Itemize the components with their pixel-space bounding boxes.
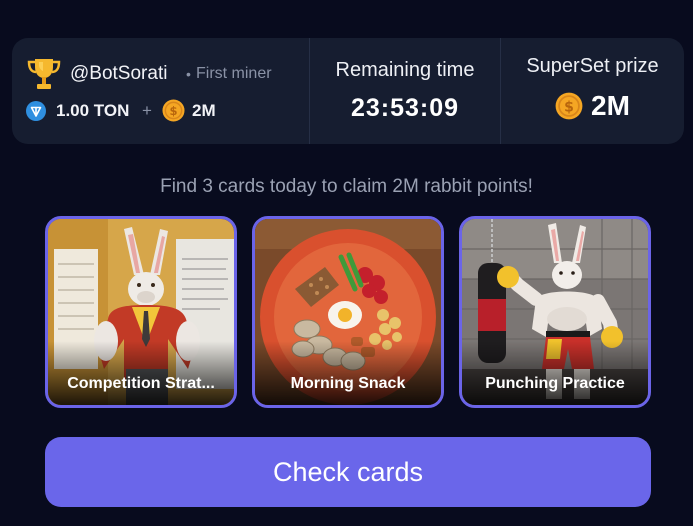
prize-amount: $ 2M: [501, 90, 684, 122]
miner-info: @BotSorati • First miner 1.00 TON + $ 2M: [12, 38, 308, 144]
ton-icon: [26, 101, 46, 121]
svg-text:$: $: [564, 99, 574, 115]
plus-sign: +: [142, 101, 152, 120]
card-punching-practice[interactable]: Punching Practice: [459, 216, 651, 408]
card-morning-snack[interactable]: Morning Snack: [252, 216, 444, 408]
coin-icon: $: [555, 92, 583, 120]
prize-value: 2M: [591, 90, 630, 121]
miner-handle: @BotSorati: [70, 63, 168, 84]
trophy-icon: [27, 59, 61, 89]
countdown-timer: 23:53:09: [350, 94, 460, 122]
superset-prize: SuperSet prize $ 2M: [501, 38, 684, 144]
superset-prize-label: SuperSet prize: [526, 55, 659, 77]
card-title: Punching Practice: [485, 375, 625, 392]
separator-dot: •: [186, 66, 191, 82]
card-competition-strategy[interactable]: Competition Strat...: [45, 216, 237, 408]
coin-amount: 2M: [192, 101, 216, 120]
card-title: Morning Snack: [290, 375, 406, 392]
ton-amount: 1.00 TON: [56, 101, 130, 120]
card-title: Competition Strat...: [67, 375, 215, 392]
remaining-time-label: Remaining time: [335, 59, 475, 81]
stats-panel: @BotSorati • First miner 1.00 TON + $ 2M…: [12, 38, 684, 144]
check-cards-button[interactable]: Check cards: [45, 437, 651, 507]
instruction-text: Find 3 cards today to claim 2M rabbit po…: [160, 176, 533, 197]
svg-text:$: $: [169, 104, 177, 118]
coin-icon: $: [162, 99, 185, 122]
remaining-time: Remaining time 23:53:09: [309, 38, 501, 144]
miner-status: First miner: [196, 65, 272, 82]
